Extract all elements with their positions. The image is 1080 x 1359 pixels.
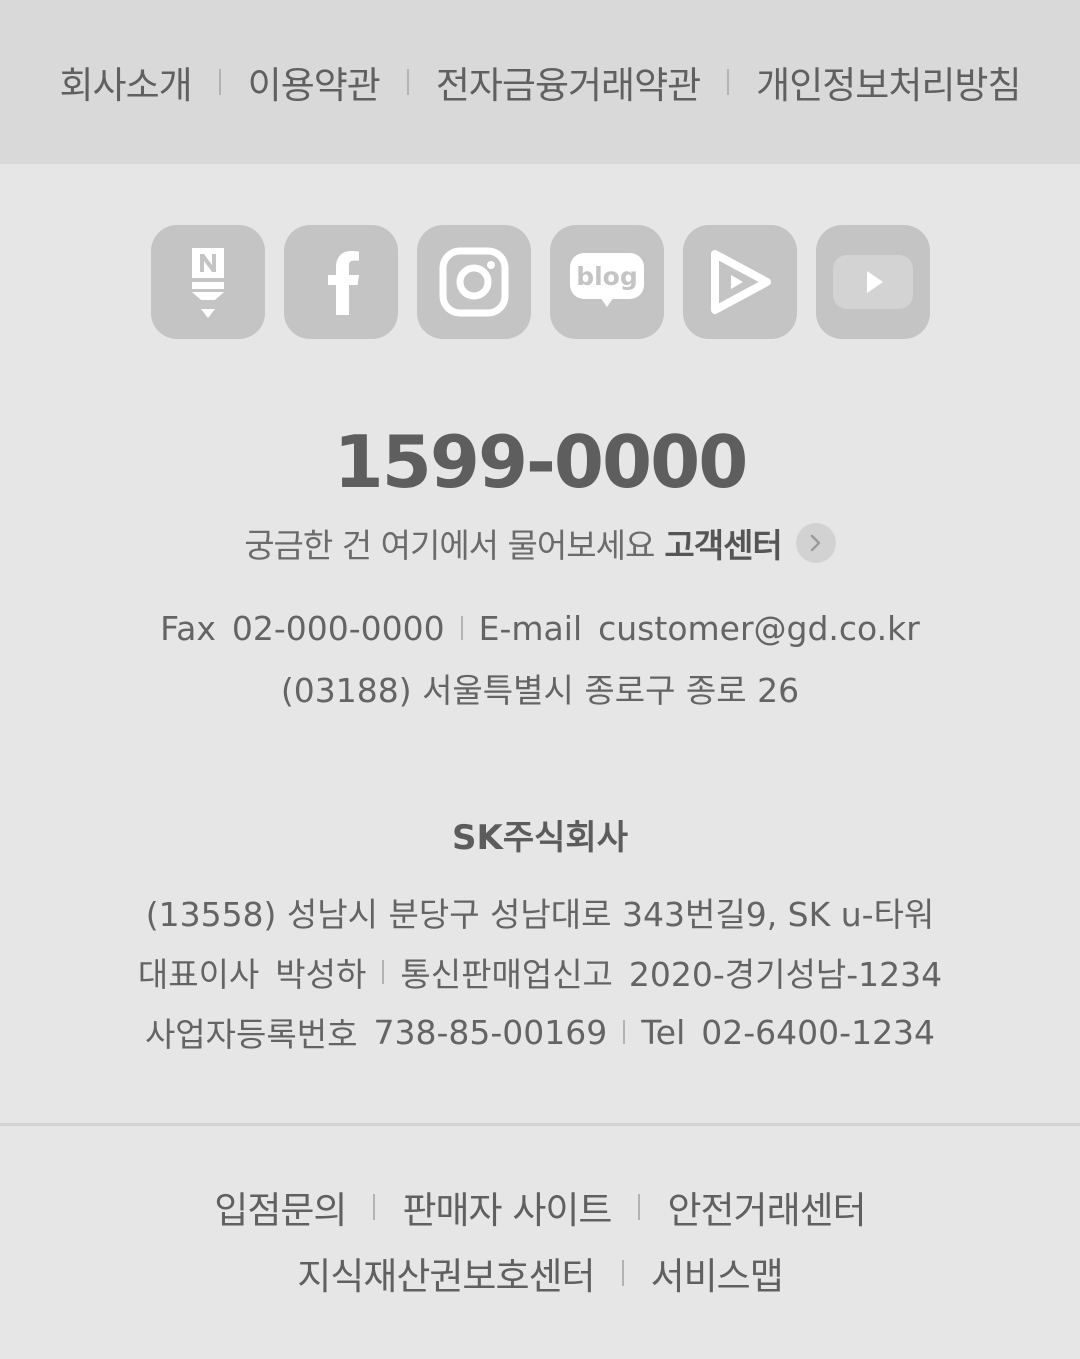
section-divider	[0, 1123, 1080, 1126]
footer-top-nav: 회사소개 이용약관 전자금융거래약관 개인정보처리방침	[0, 0, 1080, 164]
footer-bottom-nav: 입점문의 판매자 사이트 안전거래센터 지식재산권보호센터 서비스맵	[0, 1174, 1080, 1306]
youtube-button[interactable]	[815, 225, 930, 339]
chevron-right-icon	[810, 534, 820, 552]
customer-center-arrow[interactable]	[795, 523, 836, 563]
email-address[interactable]: customer@gd.co.kr	[598, 609, 920, 648]
naver-post-button[interactable]	[150, 225, 265, 339]
ceo-label: 대표이사	[137, 955, 260, 994]
mail-order-label: 통신판매업신고	[400, 955, 613, 994]
link-terms-of-use[interactable]: 이용약관	[248, 55, 381, 109]
biz-no-tel-line: 사업자등록번호 738-85-00169 Tel 02-6400-1234	[0, 1002, 1080, 1062]
youtube-icon	[832, 255, 913, 309]
naver-post-icon	[191, 248, 224, 318]
link-ip-protection-center[interactable]: 지식재산권보호센터	[297, 1246, 595, 1300]
link-e-finance-terms[interactable]: 전자금융거래약관	[436, 55, 701, 109]
link-store-inquiry[interactable]: 입점문의	[214, 1180, 347, 1234]
divider	[638, 1194, 641, 1220]
customer-phone: 1599-0000	[333, 420, 749, 504]
divider	[406, 69, 409, 95]
tel-label: Tel	[641, 1012, 686, 1052]
facebook-icon	[327, 251, 359, 315]
fax-email-line: Fax 02-000-0000 E-mail customer@gd.co.kr	[0, 598, 1080, 658]
divider	[218, 69, 221, 95]
contact-address: (03188) 서울특별시 종로구 종로 26	[280, 671, 800, 710]
instagram-button[interactable]	[416, 225, 531, 339]
customer-question-text: 궁금한 건 여기에서 물어보세요	[244, 526, 655, 565]
link-seller-site[interactable]: 판매자 사이트	[402, 1180, 612, 1234]
tel-number: 02-6400-1234	[701, 1012, 936, 1052]
fax-number: 02-000-0000	[231, 608, 445, 648]
company-name: SK주식회사	[452, 818, 628, 858]
divider	[460, 616, 463, 640]
link-service-map[interactable]: 서비스맵	[651, 1246, 784, 1300]
divider	[382, 960, 385, 984]
link-safe-trade-center[interactable]: 안전거래센터	[667, 1180, 866, 1234]
biz-no: 738-85-00169	[373, 1012, 608, 1052]
biz-no-label: 사업자등록번호	[144, 1015, 358, 1054]
email-label: E-mail	[478, 608, 583, 648]
divider	[727, 69, 730, 95]
divider	[623, 1020, 626, 1044]
ceo-name: 박성하	[275, 955, 367, 994]
mail-order-number: 2020-경기성남-1234	[628, 955, 943, 994]
link-privacy-policy[interactable]: 개인정보처리방침	[756, 55, 1021, 109]
bottom-links-row: 입점문의 판매자 사이트 안전거래센터	[0, 1174, 1080, 1240]
link-company-intro[interactable]: 회사소개	[60, 55, 193, 109]
blog-button[interactable]: blog	[549, 225, 664, 339]
bottom-links-row: 지식재산권보호센터 서비스맵	[0, 1240, 1080, 1306]
divider	[621, 1260, 624, 1286]
instagram-icon	[439, 247, 508, 317]
company-address: (13558) 성남시 분당구 성남대로 343번길9, SK u-타워	[145, 895, 935, 934]
customer-center-row: 궁금한 건 여기에서 물어보세요 고객센터	[0, 518, 1080, 568]
fax-label: Fax	[160, 608, 216, 648]
play-icon	[710, 250, 771, 314]
social-links: blog	[0, 225, 1080, 339]
blog-icon: blog	[569, 253, 644, 307]
facebook-button[interactable]	[283, 225, 398, 339]
ceo-mail-order-line: 대표이사 박성하 통신판매업신고 2020-경기성남-1234	[0, 942, 1080, 1002]
divider	[373, 1194, 376, 1220]
customer-center-link[interactable]: 고객센터	[664, 519, 782, 567]
svg-text:blog: blog	[576, 262, 638, 291]
play-button[interactable]	[682, 225, 797, 339]
